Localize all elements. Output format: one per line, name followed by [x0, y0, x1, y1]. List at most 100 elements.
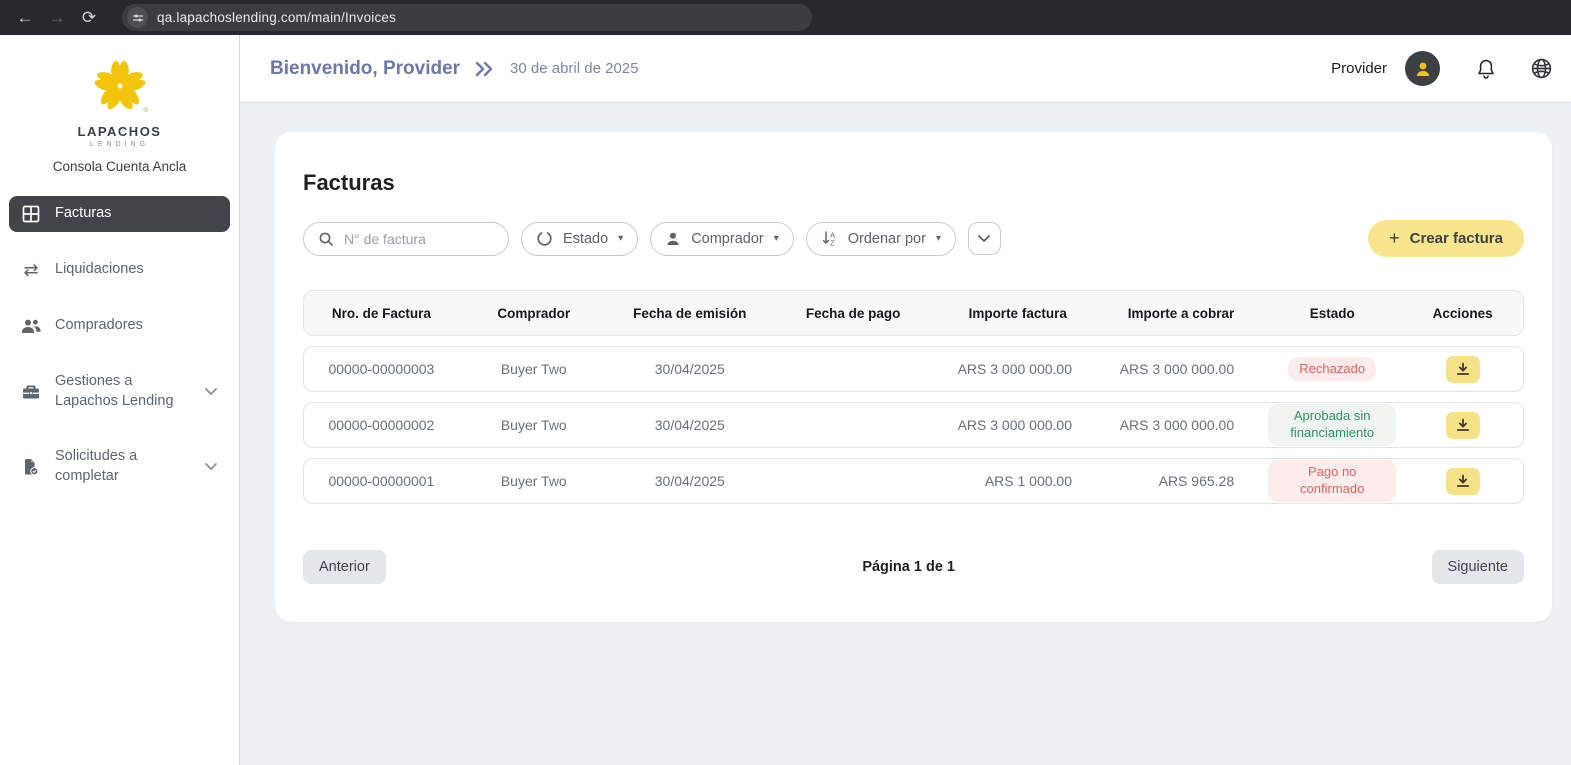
- download-invoice-button[interactable]: [1446, 468, 1480, 495]
- issue-date: 30/04/2025: [609, 417, 771, 433]
- sidebar-item-solicitudes[interactable]: Solicitudes a completar: [9, 439, 230, 494]
- invoice-number: 00000-00000002: [304, 417, 459, 433]
- plus-icon: +: [1389, 228, 1400, 249]
- lapacho-flower-icon: ®: [89, 55, 151, 117]
- page-title: Facturas: [303, 132, 1524, 196]
- estado-filter-dropdown[interactable]: Estado ▾: [521, 222, 638, 256]
- column-header: Comprador: [459, 306, 609, 321]
- more-filters-toggle[interactable]: [968, 222, 1001, 255]
- search-input[interactable]: [344, 231, 494, 247]
- sidebar-item-compradores[interactable]: Compradores: [9, 308, 230, 344]
- notifications-bell-icon[interactable]: [1476, 58, 1496, 80]
- receivable-amount: ARS 965.28: [1100, 473, 1262, 489]
- chevron-down-icon: [204, 387, 218, 396]
- status-badge: Aprobada sin financiamiento: [1268, 404, 1396, 446]
- chevron-down-icon: [204, 462, 218, 471]
- table-row: 00000-00000001 Buyer Two 30/04/2025 ARS …: [303, 458, 1524, 504]
- sidebar-item-label: Solicitudes a completar: [55, 447, 190, 486]
- column-header: Acciones: [1402, 306, 1523, 321]
- person-icon: [1413, 59, 1433, 79]
- sidebar-item-facturas[interactable]: Facturas: [9, 196, 230, 232]
- sidebar: ® LAPACHOS LENDING Consola Cuenta Ancla …: [0, 35, 240, 765]
- next-page-button[interactable]: Siguiente: [1432, 550, 1524, 584]
- brand-subtitle: LENDING: [0, 141, 239, 148]
- invoice-amount: ARS 3 000 000.00: [935, 417, 1100, 433]
- ordenar-por-dropdown[interactable]: AZ Ordenar por ▾: [806, 222, 956, 256]
- browser-back-icon[interactable]: ←: [12, 5, 38, 31]
- site-info-icon[interactable]: [127, 7, 148, 28]
- buyer-name: Buyer Two: [459, 473, 609, 489]
- previous-page-button[interactable]: Anterior: [303, 550, 386, 584]
- pagination: Anterior Página 1 de 1 Siguiente: [303, 550, 1524, 584]
- brand-logo: ® LAPACHOS LENDING Consola Cuenta Ancla: [0, 35, 239, 174]
- search-icon: [318, 231, 334, 247]
- browser-reload-icon[interactable]: ⟳: [76, 5, 102, 31]
- column-header: Estado: [1262, 306, 1402, 321]
- chevron-down-icon: [977, 234, 991, 243]
- sidebar-item-liquidaciones[interactable]: ⇄ Liquidaciones: [9, 252, 230, 288]
- user-name: Provider: [1331, 60, 1387, 77]
- receivable-amount: ARS 3 000 000.00: [1100, 361, 1262, 377]
- welcome-text: Bienvenido, Provider: [270, 58, 460, 80]
- header-date: 30 de abril de 2025: [510, 60, 638, 77]
- address-bar[interactable]: qa.lapachoslending.com/main/Invoices: [122, 4, 812, 31]
- document-check-icon: [21, 458, 41, 476]
- table-row: 00000-00000003 Buyer Two 30/04/2025 ARS …: [303, 346, 1524, 392]
- create-invoice-button[interactable]: + Crear factura: [1368, 220, 1524, 257]
- status-badge: Rechazado: [1288, 357, 1376, 382]
- column-header: Nro. de Factura: [304, 306, 459, 321]
- sidebar-item-label: Gestiones a Lapachos Lending: [55, 372, 190, 411]
- invoice-search-field[interactable]: [303, 222, 509, 256]
- sidebar-item-gestiones[interactable]: Gestiones a Lapachos Lending: [9, 364, 230, 419]
- table-row: 00000-00000002 Buyer Two 30/04/2025 ARS …: [303, 402, 1524, 448]
- user-cluster: Provider: [1331, 51, 1557, 86]
- content-area: Facturas Estado ▾ Comprador: [240, 103, 1571, 765]
- avatar[interactable]: [1405, 51, 1440, 86]
- caret-down-icon: ▾: [936, 233, 941, 244]
- brand-name: LAPACHOS: [0, 124, 239, 139]
- language-globe-icon[interactable]: [1530, 57, 1553, 80]
- sidebar-item-label: Facturas: [55, 204, 111, 224]
- sidebar-nav: Facturas ⇄ Liquidaciones Compradores Ges…: [0, 196, 239, 494]
- invoice-amount: ARS 3 000 000.00: [935, 361, 1100, 377]
- invoice-number: 00000-00000001: [304, 473, 459, 489]
- download-icon: [1456, 418, 1470, 432]
- filter-bar: Estado ▾ Comprador ▾ AZ Ordenar por ▾: [303, 220, 1524, 257]
- receivable-amount: ARS 3 000 000.00: [1100, 417, 1262, 433]
- caret-down-icon: ▾: [618, 233, 623, 244]
- briefcase-icon: [21, 384, 41, 400]
- browser-bar: ← → ⟳ qa.lapachoslending.com/main/Invoic…: [0, 0, 1571, 35]
- table-grid-icon: [21, 205, 41, 223]
- page-header: Bienvenido, Provider 30 de abril de 2025…: [240, 35, 1571, 103]
- status-loader-icon: [536, 230, 553, 247]
- url-text: qa.lapachoslending.com/main/Invoices: [157, 10, 396, 25]
- buyer-name: Buyer Two: [459, 361, 609, 377]
- column-header: Importe factura: [935, 306, 1100, 321]
- double-chevron-icon: [474, 61, 494, 77]
- invoice-number: 00000-00000003: [304, 361, 459, 377]
- download-invoice-button[interactable]: [1446, 412, 1480, 439]
- download-icon: [1456, 474, 1470, 488]
- sidebar-item-label: Compradores: [55, 316, 143, 336]
- console-label: Consola Cuenta Ancla: [0, 159, 239, 174]
- caret-down-icon: ▾: [774, 233, 779, 244]
- swap-arrows-icon: ⇄: [21, 261, 41, 279]
- estado-filter-label: Estado: [563, 231, 608, 247]
- sidebar-item-label: Liquidaciones: [55, 260, 144, 280]
- svg-text:®: ®: [143, 107, 148, 114]
- status-badge: Pago no confirmado: [1268, 460, 1396, 502]
- sort-alpha-icon: AZ: [821, 230, 838, 247]
- person-icon: [665, 231, 681, 247]
- issue-date: 30/04/2025: [609, 361, 771, 377]
- column-header: Importe a cobrar: [1100, 306, 1262, 321]
- download-invoice-button[interactable]: [1446, 356, 1480, 383]
- browser-forward-icon[interactable]: →: [44, 5, 70, 31]
- comprador-filter-label: Comprador: [691, 231, 764, 247]
- people-icon: [21, 318, 41, 334]
- buyer-name: Buyer Two: [459, 417, 609, 433]
- download-icon: [1456, 362, 1470, 376]
- invoices-card: Facturas Estado ▾ Comprador: [275, 132, 1552, 622]
- ordenar-filter-label: Ordenar por: [848, 231, 926, 247]
- page-info: Página 1 de 1: [862, 559, 955, 575]
- comprador-filter-dropdown[interactable]: Comprador ▾: [650, 222, 794, 256]
